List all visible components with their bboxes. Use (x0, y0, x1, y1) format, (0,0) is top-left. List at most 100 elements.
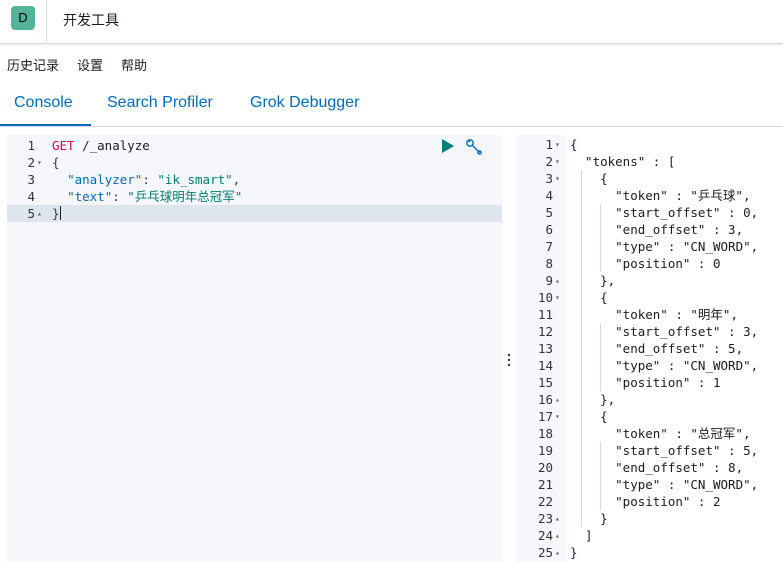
wrench-icon[interactable] (465, 138, 483, 156)
line-number: 1 (27, 138, 35, 153)
response-line: } (570, 545, 578, 560)
line-number: 6 (545, 222, 553, 237)
response-line: "end_offset" : 5, (570, 341, 744, 356)
app-badge[interactable]: D (11, 6, 35, 30)
code-token: /_analyze (74, 138, 150, 153)
fold-toggle-icon[interactable]: ▴ (555, 544, 560, 561)
line-number: 11 (537, 307, 553, 322)
fold-toggle-icon[interactable]: ▴ (555, 391, 560, 408)
response-line: "end_offset" : 8, (570, 460, 744, 475)
request-gutter: 1 2 ▾ 3 4 5 ▴ (7, 135, 48, 562)
response-line: { (570, 290, 608, 305)
code-token: : (142, 172, 158, 187)
response-line: } (570, 511, 608, 526)
line-number: 2 (27, 155, 35, 170)
response-line: { (570, 171, 608, 186)
line-number: 15 (537, 375, 553, 390)
code-line[interactable]: GET /_analyze (48, 137, 502, 154)
line-number: 10 (537, 290, 553, 305)
line-number: 3 (545, 171, 553, 186)
text-caret (59, 206, 61, 220)
line-number: 19 (537, 443, 553, 458)
vertical-dots-icon (507, 353, 511, 367)
line-number: 22 (537, 494, 553, 509)
line-number: 2 (545, 154, 553, 169)
fold-toggle-icon[interactable]: ▴ (555, 272, 560, 289)
indent-guide (581, 170, 582, 527)
line-number: 3 (27, 172, 35, 187)
response-body[interactable]: { "tokens" : [ { "token" : "乒乓球", "start… (566, 135, 783, 562)
tab-search-profiler[interactable]: Search Profiler (107, 94, 213, 112)
line-number: 7 (545, 239, 553, 254)
code-token: GET (52, 138, 75, 153)
response-line: "end_offset" : 3, (570, 222, 744, 237)
fold-toggle-icon[interactable]: ▴ (555, 510, 560, 527)
response-line: { (570, 409, 608, 424)
fold-toggle-icon[interactable]: ▾ (37, 154, 42, 171)
code-token: , (232, 172, 241, 187)
code-line[interactable]: "analyzer": "ik_smart", (48, 171, 502, 188)
line-number: 17 (537, 409, 553, 424)
fold-toggle-icon[interactable]: ▾ (555, 153, 560, 170)
code-line[interactable]: } (48, 205, 502, 222)
code-token: "text" (67, 189, 113, 204)
fold-toggle-icon[interactable]: ▾ (555, 136, 560, 153)
line-number: 13 (537, 341, 553, 356)
request-editor[interactable]: 1 2 ▾ 3 4 5 ▴ GET /_analyze{ "analyzer": "ik_s… (7, 135, 502, 562)
code-line[interactable]: { (48, 154, 502, 171)
pane-resizer[interactable] (503, 135, 516, 562)
response-line: "type" : "CN_WORD", (570, 239, 759, 254)
line-number: 5 (545, 205, 553, 220)
line-number: 20 (537, 460, 553, 475)
tab-grok-debugger[interactable]: Grok Debugger (250, 94, 359, 112)
menu-help[interactable]: 帮助 (121, 55, 147, 73)
request-body[interactable]: GET /_analyze{ "analyzer": "ik_smart", "… (48, 135, 502, 562)
top-bar: D 开发工具 (0, 0, 783, 44)
fold-toggle-icon[interactable]: ▴ (37, 205, 42, 222)
topbar-divider (46, 0, 47, 44)
fold-toggle-icon[interactable]: ▾ (555, 170, 560, 187)
response-line: "tokens" : [ (570, 154, 676, 169)
fold-toggle-icon[interactable]: ▾ (555, 408, 560, 425)
response-line: "token" : "乒乓球", (570, 188, 751, 203)
response-line: }, (570, 273, 616, 288)
fold-toggle-icon[interactable]: ▾ (555, 289, 560, 306)
response-line: "type" : "CN_WORD", (570, 358, 759, 373)
line-number: 5 (27, 206, 35, 221)
tab-console[interactable]: Console (14, 94, 73, 112)
response-viewer[interactable]: 1 ▾ 2 ▾ 3 ▾ 4 5 6 7 8 9 ▴ 10 ▾ 11 12 13 14 15 16 ▴ 17 ▾ 18 19 20 21… (517, 135, 783, 562)
line-number: 16 (537, 392, 553, 407)
line-number: 12 (537, 324, 553, 339)
line-number: 4 (27, 189, 35, 204)
code-token: } (52, 206, 60, 221)
code-token: "ik_smart" (157, 172, 233, 187)
line-number: 4 (545, 188, 553, 203)
code-token: "乒乓球明年总冠军" (127, 189, 243, 204)
line-number: 18 (537, 426, 553, 441)
line-number: 1 (545, 137, 553, 152)
console-menu: 历史记录 设置 帮助 (7, 55, 147, 73)
line-number: 21 (537, 477, 553, 492)
response-line: "start_offset" : 5, (570, 443, 759, 458)
response-line: "token" : "总冠军", (570, 426, 751, 441)
play-icon[interactable] (441, 139, 455, 153)
tab-bar: Console Search Profiler Grok Debugger (0, 84, 783, 127)
line-number: 23 (537, 511, 553, 526)
code-line[interactable]: "text": "乒乓球明年总冠军" (48, 188, 502, 205)
response-line: "start_offset" : 3, (570, 324, 759, 339)
response-line: "token" : "明年", (570, 307, 738, 322)
menu-settings[interactable]: 设置 (77, 55, 103, 73)
response-line: ] (570, 528, 593, 543)
fold-toggle-icon[interactable]: ▴ (555, 527, 560, 544)
line-number: 14 (537, 358, 553, 373)
indent-guide (600, 442, 601, 510)
response-line: "position" : 0 (570, 256, 721, 271)
response-line: "position" : 1 (570, 375, 721, 390)
code-token: : (112, 189, 128, 204)
menu-history[interactable]: 历史记录 (7, 55, 59, 73)
response-line: "position" : 2 (570, 494, 721, 509)
code-token: { (52, 155, 60, 170)
code-token: "analyzer" (67, 172, 143, 187)
